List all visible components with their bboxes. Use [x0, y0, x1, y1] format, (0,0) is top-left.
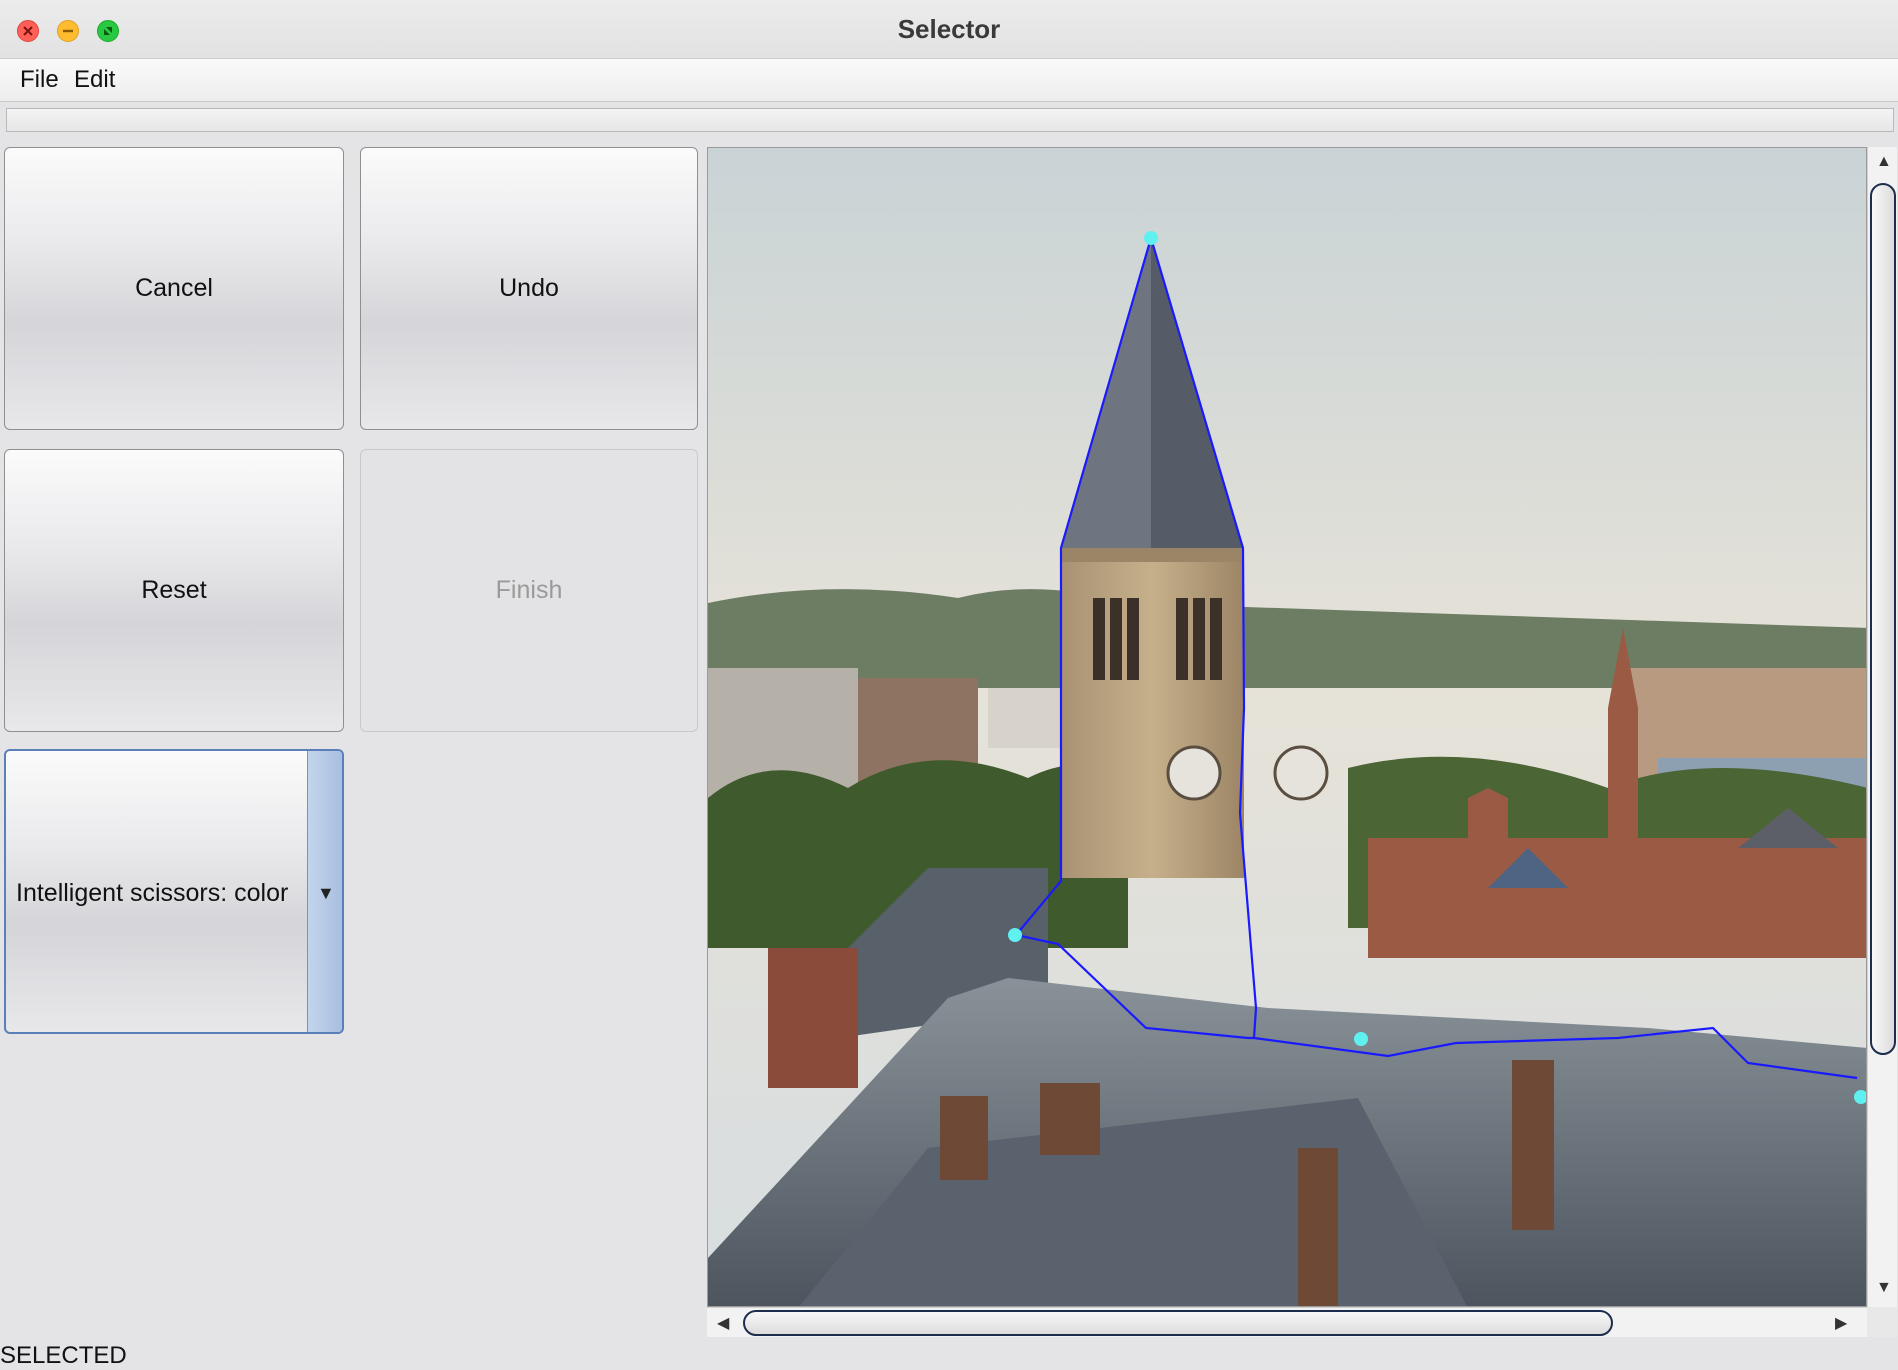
control-point[interactable]: [1144, 231, 1158, 245]
status-label: SELECTED: [0, 1342, 127, 1369]
arrow-down-icon[interactable]: ▼: [1876, 1279, 1892, 1297]
chevron-down-icon: ▼: [317, 883, 335, 903]
clock-face: [1166, 745, 1222, 801]
control-point[interactable]: [1008, 928, 1022, 942]
belfry-opening: [1110, 598, 1122, 680]
left-brick-building: [768, 948, 858, 1088]
arrow-left-icon[interactable]: ◀: [717, 1313, 729, 1333]
clock-tower: [1061, 548, 1244, 878]
control-point[interactable]: [1354, 1032, 1368, 1046]
belfry-opening: [1093, 598, 1105, 680]
arrow-up-icon[interactable]: ▲: [1876, 153, 1892, 171]
horizontal-scroll-thumb[interactable]: [743, 1310, 1613, 1336]
selection-tool-value: Intelligent scissors: color: [16, 879, 289, 907]
chimney: [1298, 1148, 1338, 1306]
belfry-opening: [1210, 598, 1222, 680]
clock-face: [1273, 745, 1329, 801]
toolbar-strip: [6, 108, 1894, 132]
menu-edit[interactable]: Edit: [74, 66, 115, 94]
tower-cornice: [1061, 548, 1244, 562]
belfry-opening: [1127, 598, 1139, 680]
belfry-opening: [1193, 598, 1205, 680]
dropdown-arrow-button[interactable]: ▼: [307, 751, 342, 1032]
chimney: [1512, 1060, 1554, 1230]
finish-button: Finish: [360, 449, 698, 732]
selection-tool-dropdown[interactable]: Intelligent scissors: color ▼: [4, 749, 344, 1034]
title-bar: Selector: [0, 0, 1898, 59]
scrollbar-corner: [1867, 1307, 1897, 1337]
chimney: [940, 1096, 988, 1180]
belfry-opening: [1176, 598, 1188, 680]
horizontal-scrollbar[interactable]: ◀ ▶: [707, 1307, 1867, 1337]
menu-file[interactable]: File: [20, 66, 59, 94]
image-canvas[interactable]: [707, 147, 1867, 1307]
menu-bar: File Edit: [0, 59, 1898, 102]
chimney: [1040, 1083, 1100, 1155]
undo-button[interactable]: Undo: [360, 147, 698, 430]
white-building: [988, 688, 1068, 748]
vertical-scroll-thumb[interactable]: [1870, 183, 1896, 1055]
cancel-button[interactable]: Cancel: [4, 147, 344, 430]
window-title: Selector: [897, 14, 1001, 44]
reset-button[interactable]: Reset: [4, 449, 344, 732]
photo-scene: [708, 148, 1866, 1306]
arrow-right-icon[interactable]: ▶: [1835, 1313, 1847, 1333]
vertical-scrollbar[interactable]: ▲ ▼: [1867, 147, 1897, 1307]
